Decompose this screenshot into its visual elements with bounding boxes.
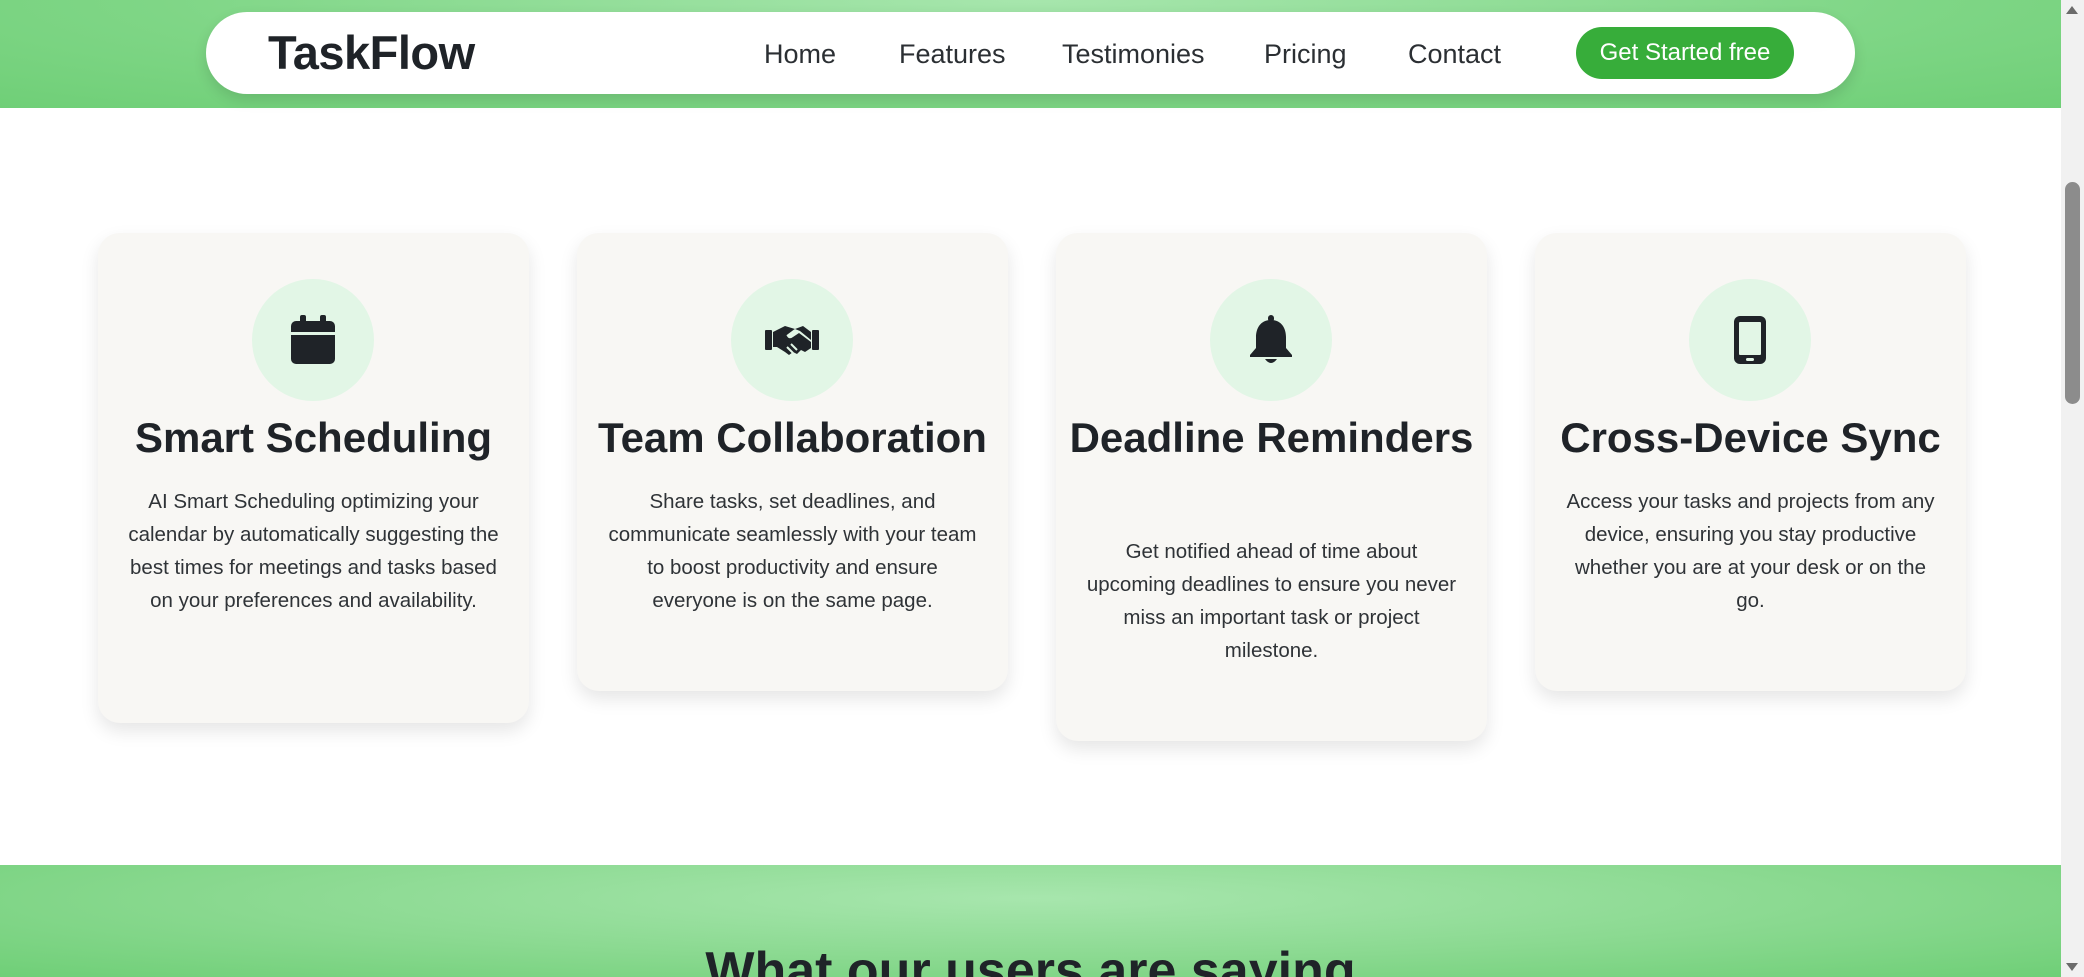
feature-description: Get notified ahead of time about upcomin… [1086, 540, 1457, 662]
nav-link-features[interactable]: Features [899, 12, 1006, 94]
bell-icon [1250, 315, 1292, 363]
navbar: TaskFlow Home Features Testimonies Prici… [206, 12, 1855, 94]
calendar-icon [291, 315, 335, 364]
feature-icon-circle [1210, 279, 1332, 401]
logo[interactable]: TaskFlow [268, 12, 475, 94]
feature-card-smart-scheduling: Smart Scheduling AI Smart Scheduling opt… [98, 233, 529, 723]
feature-description: Access your tasks and projects from any … [1566, 490, 1935, 612]
feature-description: AI Smart Scheduling optimizing your cale… [128, 490, 499, 612]
scroll-down-arrow-icon[interactable] [2066, 963, 2078, 971]
testimonials-heading: What our users are saying [705, 942, 1356, 977]
feature-card-cross-device-sync: Cross-Device Sync Access your tasks and … [1535, 233, 1966, 691]
feature-description: Share tasks, set deadlines, and communic… [608, 490, 977, 612]
mobile-phone-icon [1734, 316, 1766, 364]
feature-title: Team Collaboration [598, 414, 987, 461]
feature-card-team-collaboration: Team Collaboration Share tasks, set dead… [577, 233, 1008, 691]
feature-icon-circle [252, 279, 374, 401]
vertical-scrollbar[interactable] [2061, 0, 2084, 977]
feature-icon-circle [731, 279, 853, 401]
feature-icon-circle [1689, 279, 1811, 401]
get-started-button[interactable]: Get Started free [1576, 27, 1794, 79]
landing-page: TaskFlow Home Features Testimonies Prici… [0, 0, 2061, 977]
header-band: TaskFlow Home Features Testimonies Prici… [0, 0, 2061, 108]
testimonials-section: What our users are saying [0, 865, 2061, 977]
scroll-up-arrow-icon[interactable] [2066, 6, 2078, 14]
handshake-icon [765, 326, 819, 355]
feature-title: Deadline Reminders [1069, 414, 1474, 461]
feature-title: Cross-Device Sync [1560, 414, 1941, 461]
feature-card-deadline-reminders: Deadline Reminders Get notified ahead of… [1056, 233, 1487, 741]
scroll-thumb[interactable] [2065, 182, 2080, 404]
nav-link-testimonies[interactable]: Testimonies [1062, 12, 1205, 94]
feature-title: Smart Scheduling [134, 414, 493, 461]
nav-link-pricing[interactable]: Pricing [1264, 12, 1347, 94]
nav-link-home[interactable]: Home [764, 12, 836, 94]
nav-link-contact[interactable]: Contact [1408, 12, 1501, 94]
